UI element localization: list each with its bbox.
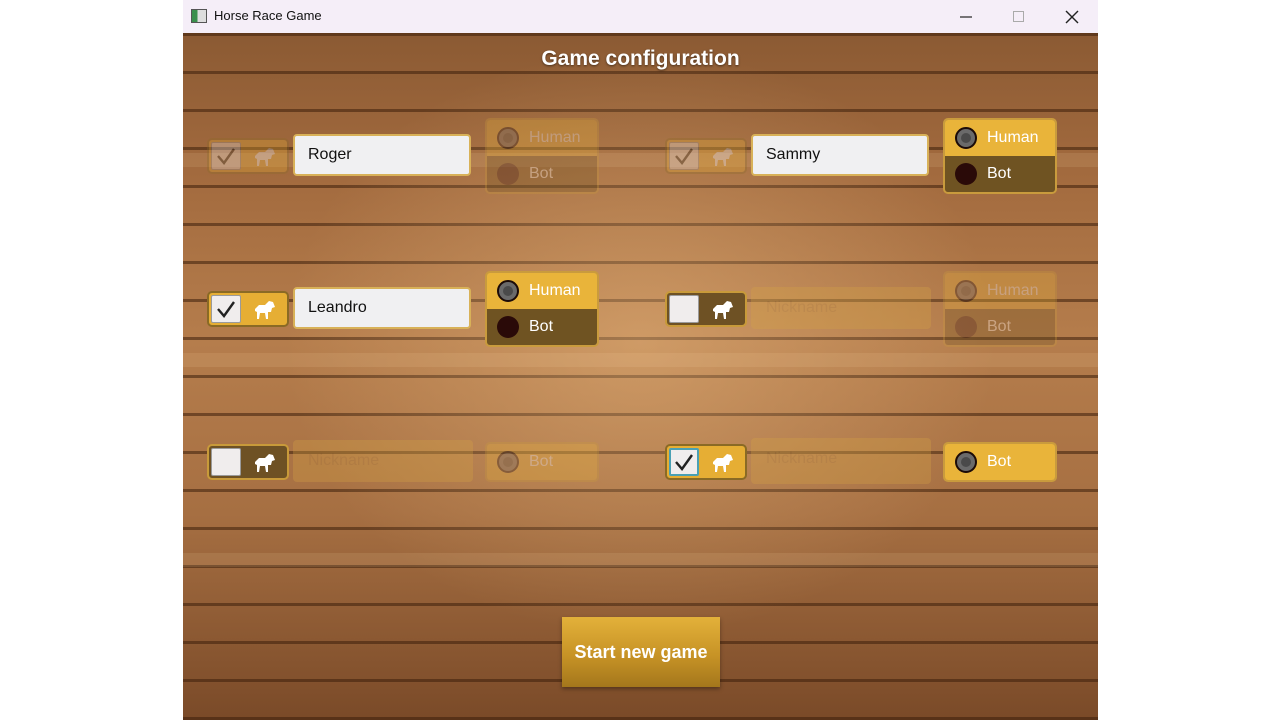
radio-option-bot[interactable]: Bot	[487, 444, 597, 480]
player-name-field-3[interactable]: Leandro	[293, 287, 471, 329]
player-name-field-2[interactable]: Sammy	[751, 134, 929, 176]
app-window: Horse Race Game Game configuration Roger	[183, 0, 1098, 720]
horse-icon	[713, 301, 733, 319]
game-board: Game configuration Roger Human Bot Sammy…	[183, 33, 1098, 720]
minimize-button[interactable]	[943, 0, 989, 33]
player-enable-toggle[interactable]	[207, 291, 289, 327]
close-icon	[1065, 10, 1079, 23]
radio-label: Human	[529, 282, 581, 299]
player-enable-checkbox[interactable]	[669, 295, 699, 323]
player-enable-toggle[interactable]	[665, 291, 747, 327]
player-enable-toggle[interactable]	[207, 444, 289, 480]
player-name-field-1[interactable]: Roger	[293, 134, 471, 176]
radio-label: Bot	[987, 165, 1012, 182]
window-title: Horse Race Game	[214, 8, 322, 23]
horse-icon	[255, 301, 275, 319]
radio-option-human[interactable]: Human	[487, 273, 597, 309]
player-enable-toggle[interactable]	[665, 444, 747, 480]
radio-label: Human	[529, 129, 581, 146]
radio-label: Human	[987, 282, 1039, 299]
title-bar: Horse Race Game	[183, 0, 1098, 33]
radio-option-bot[interactable]: Bot	[945, 444, 1055, 480]
radio-label: Bot	[987, 318, 1012, 335]
player-type-group-3: Human Bot	[485, 271, 599, 347]
radio-option-human[interactable]: Human	[945, 120, 1055, 156]
horse-icon	[255, 454, 275, 472]
page-title: Game configuration	[541, 47, 740, 70]
player-enable-checkbox[interactable]	[211, 448, 241, 476]
check-icon	[217, 148, 235, 165]
radio-dot	[955, 163, 977, 185]
check-icon	[217, 301, 235, 318]
app-icon	[191, 9, 207, 23]
player-enable-toggle[interactable]	[665, 138, 747, 174]
player-name-field-6[interactable]: Nickname	[751, 438, 931, 484]
player-name-field-4[interactable]: Nickname	[751, 287, 931, 329]
radio-option-bot[interactable]: Bot	[487, 156, 597, 192]
plank-highlight	[183, 353, 1098, 367]
radio-option-bot[interactable]: Bot	[945, 309, 1055, 345]
check-icon	[675, 454, 693, 471]
maximize-icon	[1013, 10, 1024, 22]
radio-dot	[497, 163, 519, 185]
player-type-group-2: Human Bot	[943, 118, 1057, 194]
radio-dot	[497, 316, 519, 338]
player-type-group-4: Human Bot	[943, 271, 1057, 347]
horse-icon	[713, 454, 733, 472]
maximize-button[interactable]	[996, 0, 1042, 33]
radio-label: Human	[987, 129, 1039, 146]
radio-dot	[497, 127, 519, 149]
start-game-button[interactable]: Start new game	[562, 617, 720, 687]
player-enable-checkbox[interactable]	[211, 295, 241, 323]
radio-option-human[interactable]: Human	[487, 120, 597, 156]
close-button[interactable]	[1049, 0, 1095, 33]
radio-label: Bot	[529, 165, 554, 182]
radio-option-bot[interactable]: Bot	[487, 309, 597, 345]
player-type-group-5: Bot	[485, 442, 599, 482]
radio-label: Bot	[987, 453, 1012, 470]
radio-dot	[955, 316, 977, 338]
player-type-group-6: Bot	[943, 442, 1057, 482]
check-icon	[675, 148, 693, 165]
player-name-field-5[interactable]: Nickname	[293, 440, 473, 482]
radio-dot	[955, 451, 977, 473]
horse-icon	[255, 148, 275, 166]
player-enable-checkbox[interactable]	[211, 142, 241, 170]
radio-dot	[497, 280, 519, 302]
player-enable-checkbox[interactable]	[669, 448, 699, 476]
radio-option-bot[interactable]: Bot	[945, 156, 1055, 192]
player-type-group-1: Human Bot	[485, 118, 599, 194]
player-enable-toggle[interactable]	[207, 138, 289, 174]
radio-dot	[497, 451, 519, 473]
plank-highlight	[183, 553, 1098, 567]
minimize-icon	[960, 15, 972, 18]
radio-label: Bot	[529, 318, 554, 335]
player-enable-checkbox[interactable]	[669, 142, 699, 170]
radio-dot	[955, 127, 977, 149]
radio-label: Bot	[529, 453, 554, 470]
radio-option-human[interactable]: Human	[945, 273, 1055, 309]
radio-dot	[955, 280, 977, 302]
horse-icon	[713, 148, 733, 166]
